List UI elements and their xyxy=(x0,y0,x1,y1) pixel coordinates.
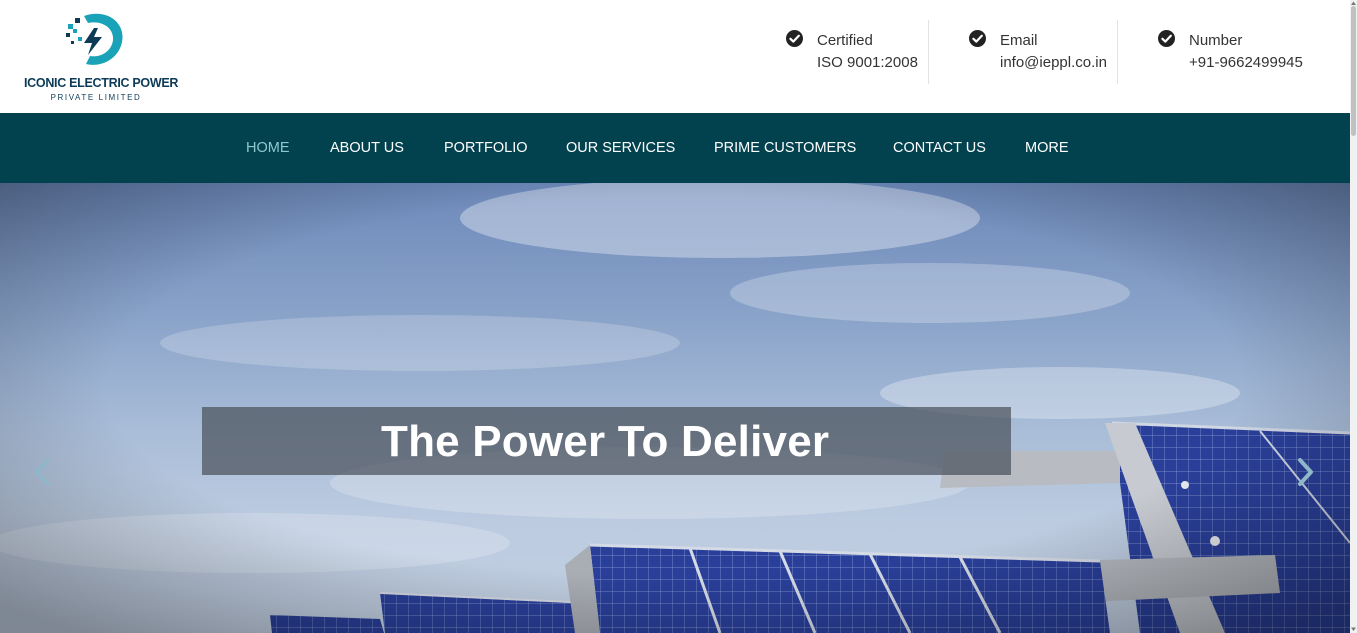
hero-caption-box: The Power To Deliver xyxy=(202,407,1011,475)
main-navbar: HOME ABOUT US PORTFOLIO OUR SERVICES PRI… xyxy=(0,113,1350,183)
number-value[interactable]: +91-9662499945 xyxy=(1189,54,1303,71)
email-value[interactable]: info@ieppl.co.in xyxy=(1000,54,1107,71)
certified-label: Certified xyxy=(817,32,873,49)
lightning-bolt-logo-icon xyxy=(66,13,123,65)
logo-subtitle: PRIVATE LIMITED xyxy=(50,93,142,102)
hero-caption: The Power To Deliver xyxy=(381,417,830,466)
hero-slider: The Power To Deliver xyxy=(0,183,1350,633)
nav-item-about-us[interactable]: ABOUT US xyxy=(330,140,404,156)
nav-item-home[interactable]: HOME xyxy=(246,140,290,156)
chevron-left-icon[interactable] xyxy=(31,457,55,487)
check-circle-icon xyxy=(969,30,986,47)
nav-item-more[interactable]: MORE xyxy=(1025,140,1069,156)
chevron-right-icon[interactable] xyxy=(1293,457,1317,487)
site-header: ICONIC ELECTRIC POWER PRIVATE LIMITED Ce… xyxy=(0,0,1350,113)
number-label: Number xyxy=(1189,32,1243,49)
nav-item-prime-customers[interactable]: PRIME CUSTOMERS xyxy=(714,140,856,156)
scrollbar-thumb[interactable] xyxy=(1351,6,1356,136)
phone-info: Number +91-9662499945 xyxy=(1158,20,1318,84)
check-circle-icon xyxy=(786,30,803,47)
scroll-down-arrow-icon[interactable] xyxy=(1350,626,1357,633)
logo-title: ICONIC ELECTRIC POWER xyxy=(24,76,179,90)
company-logo[interactable]: ICONIC ELECTRIC POWER PRIVATE LIMITED xyxy=(24,10,179,104)
nav-item-portfolio[interactable]: PORTFOLIO xyxy=(444,140,528,156)
nav-item-contact-us[interactable]: CONTACT US xyxy=(893,140,986,156)
nav-item-our-services[interactable]: OUR SERVICES xyxy=(566,140,675,156)
page-scrollbar[interactable] xyxy=(1350,0,1357,633)
email-label: Email xyxy=(1000,32,1038,49)
certification-info: Certified ISO 9001:2008 xyxy=(786,20,929,84)
email-info: Email info@ieppl.co.in xyxy=(969,20,1118,84)
certified-value: ISO 9001:2008 xyxy=(817,54,918,71)
check-circle-icon xyxy=(1158,30,1175,47)
